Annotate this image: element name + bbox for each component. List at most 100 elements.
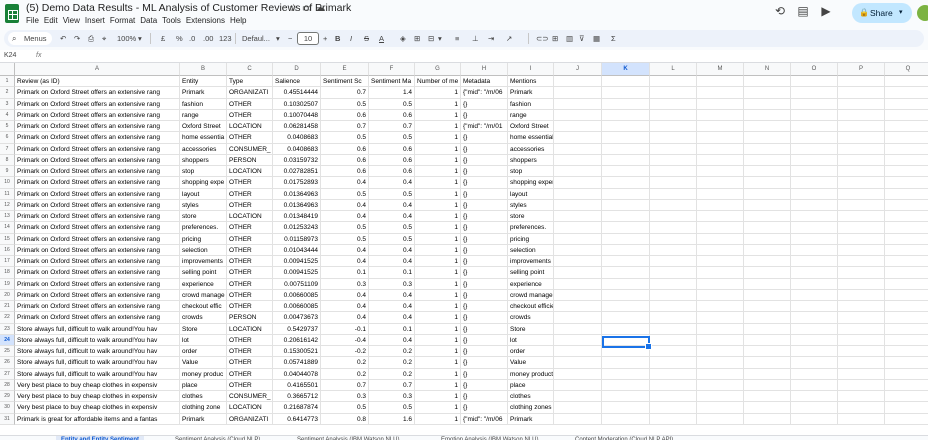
table-cell[interactable] — [744, 166, 791, 178]
table-cell[interactable] — [885, 189, 928, 200]
row-header[interactable]: 20 — [0, 289, 15, 301]
table-cell[interactable] — [554, 87, 602, 99]
table-cell[interactable]: 0.6 — [321, 166, 369, 178]
redo-icon[interactable]: ↷ — [74, 33, 80, 44]
table-cell[interactable] — [554, 334, 602, 346]
table-cell[interactable] — [885, 369, 928, 380]
table-cell[interactable]: LOCATION — [227, 402, 273, 414]
column-title-cell[interactable] — [554, 76, 602, 88]
table-cell[interactable]: 0.00751109 — [273, 278, 321, 290]
table-cell[interactable]: Primark — [508, 87, 554, 99]
table-cell[interactable]: -0.2 — [321, 346, 369, 358]
table-cell[interactable] — [697, 413, 744, 425]
table-cell[interactable]: {} — [461, 154, 508, 166]
table-cell[interactable] — [791, 368, 838, 380]
insert-comment-icon[interactable]: ⊞ — [552, 33, 558, 44]
table-cell[interactable] — [791, 278, 838, 290]
table-cell[interactable]: range — [508, 109, 554, 121]
table-cell[interactable] — [697, 391, 744, 403]
table-cell[interactable]: 0.5 — [369, 233, 415, 245]
menu-item-help[interactable]: Help — [230, 16, 246, 25]
column-title-cell[interactable] — [697, 76, 744, 88]
table-cell[interactable] — [602, 256, 650, 268]
table-cell[interactable]: Primark — [508, 413, 554, 425]
table-cell[interactable] — [650, 357, 697, 369]
table-cell[interactable]: 0.10070448 — [273, 109, 321, 121]
table-cell[interactable]: 0.01364963 — [273, 188, 321, 200]
column-title-cell[interactable]: Sentiment Ma — [369, 76, 415, 88]
table-cell[interactable]: 0.4 — [369, 334, 415, 346]
table-cell[interactable]: 0.01158973 — [273, 233, 321, 245]
table-cell[interactable] — [885, 256, 928, 268]
table-cell[interactable] — [885, 324, 928, 335]
table-cell[interactable]: checkout efficiency — [508, 301, 554, 313]
table-cell[interactable]: 0.4 — [321, 244, 369, 256]
table-cell[interactable]: Primark on Oxford Street offers an exten… — [15, 154, 180, 166]
table-cell[interactable] — [791, 346, 838, 358]
table-cell[interactable]: clothes — [180, 391, 227, 403]
column-header-m[interactable]: M — [697, 63, 744, 76]
table-cell[interactable]: 0.6 — [369, 143, 415, 155]
chevron-down-icon[interactable]: ▾ — [138, 33, 142, 44]
sheets-logo-icon[interactable] — [5, 4, 19, 23]
table-cell[interactable]: 0.6 — [369, 154, 415, 166]
table-cell[interactable]: 0.2 — [369, 368, 415, 380]
table-cell[interactable]: fashion — [180, 98, 227, 110]
table-cell[interactable]: Primark on Oxford Street offers an exten… — [15, 267, 180, 279]
table-cell[interactable]: 0.8 — [321, 413, 369, 425]
table-cell[interactable] — [650, 98, 697, 110]
table-cell[interactable]: Primark on Oxford Street offers an exten… — [15, 199, 180, 211]
table-cell[interactable]: 0.1 — [369, 267, 415, 279]
table-cell[interactable] — [650, 222, 697, 234]
table-cell[interactable]: 1 — [415, 244, 461, 256]
table-cell[interactable] — [791, 188, 838, 200]
row-header[interactable]: 4 — [0, 109, 15, 121]
table-cell[interactable]: OTHER — [227, 357, 273, 369]
table-cell[interactable] — [697, 301, 744, 313]
table-cell[interactable]: 1 — [415, 98, 461, 110]
table-cell[interactable] — [885, 144, 928, 155]
table-cell[interactable] — [554, 256, 602, 268]
table-cell[interactable] — [554, 177, 602, 189]
table-cell[interactable] — [697, 109, 744, 121]
row-header[interactable]: 18 — [0, 267, 15, 279]
table-cell[interactable]: {} — [461, 233, 508, 245]
table-cell[interactable]: LOCATION — [227, 166, 273, 178]
column-header-c[interactable]: C — [227, 63, 273, 76]
table-cell[interactable]: 0.03159732 — [273, 154, 321, 166]
table-cell[interactable] — [697, 368, 744, 380]
table-cell[interactable]: home essentials — [508, 132, 554, 144]
active-cell-selection[interactable] — [602, 336, 652, 350]
comments-icon[interactable]: ▤ — [796, 4, 810, 18]
sheet-tab[interactable]: Content Moderation (Cloud NLP API) — [575, 436, 673, 440]
table-cell[interactable] — [697, 244, 744, 256]
table-cell[interactable]: 1 — [415, 267, 461, 279]
table-cell[interactable]: crowd management — [508, 289, 554, 301]
table-cell[interactable]: 0.6414773 — [273, 413, 321, 425]
table-cell[interactable]: OTHER — [227, 368, 273, 380]
table-cell[interactable] — [602, 391, 650, 403]
table-cell[interactable]: 0.15300521 — [273, 346, 321, 358]
table-cell[interactable]: {} — [461, 177, 508, 189]
table-cell[interactable]: 1 — [415, 233, 461, 245]
table-cell[interactable]: 0.3 — [369, 278, 415, 290]
table-cell[interactable]: 1 — [415, 143, 461, 155]
table-cell[interactable]: selection — [180, 244, 227, 256]
sheet-tab[interactable]: Sentiment Analysis (IBM Watson NLU) — [297, 436, 399, 440]
table-cell[interactable] — [554, 109, 602, 121]
table-cell[interactable]: 0.4 — [369, 301, 415, 313]
table-cell[interactable] — [838, 391, 885, 403]
table-cell[interactable]: {} — [461, 289, 508, 301]
table-cell[interactable]: accessories — [180, 143, 227, 155]
table-cell[interactable]: clothing zones — [508, 402, 554, 414]
table-cell[interactable] — [838, 87, 885, 99]
table-cell[interactable]: 0.21687874 — [273, 402, 321, 414]
table-cell[interactable]: 0.6 — [321, 143, 369, 155]
table-cell[interactable]: shoppers — [508, 154, 554, 166]
table-cell[interactable] — [744, 143, 791, 155]
column-title-cell[interactable] — [838, 76, 885, 88]
table-cell[interactable]: 0.00941525 — [273, 256, 321, 268]
table-cell[interactable]: CONSUMER_ — [227, 391, 273, 403]
table-cell[interactable] — [602, 222, 650, 234]
table-cell[interactable] — [838, 379, 885, 391]
